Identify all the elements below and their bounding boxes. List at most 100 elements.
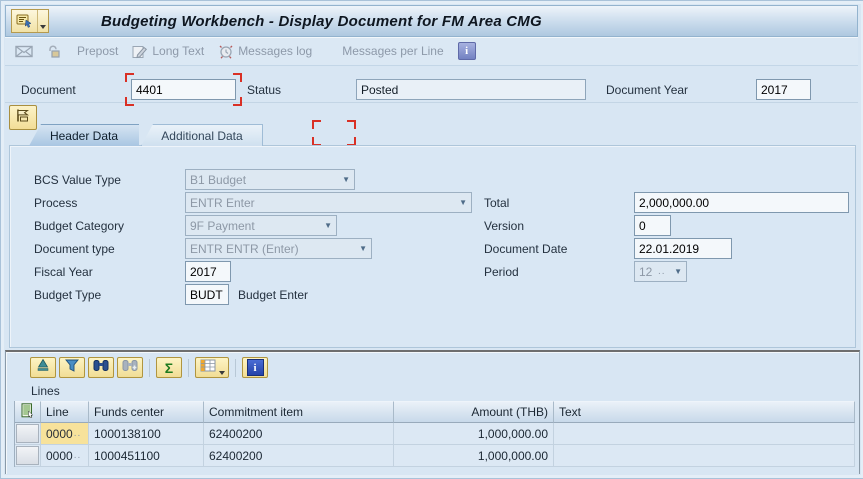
budget-category-value: 9F Payment	[190, 218, 255, 233]
grid-info-button[interactable]: i	[242, 357, 268, 378]
lines-section: Σ i Lines Line Funds center Commitment i…	[5, 350, 860, 474]
prepost-button[interactable]: Prepost	[77, 44, 118, 58]
budget-type-input[interactable]: BUDT	[185, 284, 229, 305]
commitment-item-cell[interactable]: 62400200	[204, 445, 394, 467]
layout-select-button[interactable]	[195, 357, 229, 378]
unlock-icon	[47, 44, 63, 58]
total-value: 2,000,000.00	[639, 195, 710, 210]
filter-funnel-icon	[65, 359, 79, 377]
bcs-value-type-select[interactable]: B1 Budget ▼	[185, 169, 355, 190]
messages-per-line-button[interactable]: Messages per Line	[342, 44, 443, 58]
chevron-down-icon[interactable]: ▼	[342, 175, 350, 184]
document-date-input[interactable]: 22.01.2019	[634, 238, 732, 259]
fiscal-year-label: Fiscal Year	[34, 265, 93, 279]
bcs-value-type-value: B1 Budget	[190, 172, 247, 187]
process-label: Process	[34, 196, 78, 210]
row-selector[interactable]	[15, 423, 41, 445]
total-sum-button[interactable]: Σ	[156, 357, 182, 378]
period-label: Period	[484, 265, 519, 279]
text-cell[interactable]	[554, 445, 855, 467]
envelope-icon	[15, 45, 33, 58]
budget-type-description: Budget Enter	[238, 288, 309, 302]
column-header-amount[interactable]: Amount (THB)	[394, 401, 554, 423]
sort-ascending-button[interactable]	[30, 357, 56, 378]
display-change-toggle-button[interactable]	[47, 44, 63, 58]
column-header-text[interactable]: Text	[554, 401, 855, 423]
find-next-button[interactable]	[117, 357, 143, 378]
version-label: Version	[484, 219, 525, 233]
binoculars-icon	[93, 359, 109, 377]
tab-additional-data[interactable]: Additional Data	[141, 124, 263, 146]
application-toolbar: Prepost Long Text Messages log Messages …	[5, 37, 858, 66]
table-row: 0000 .. 1000451100 62400200 1,000,000.00	[15, 445, 855, 467]
budgeting-workbench-window: Budgeting Workbench - Display Document f…	[0, 0, 863, 479]
truncation-dots: ..	[657, 266, 666, 277]
fiscal-year-input[interactable]: 2017	[185, 261, 231, 282]
chevron-down-icon[interactable]	[218, 371, 225, 375]
find-button[interactable]	[88, 357, 114, 378]
messages-log-button[interactable]: Messages log	[218, 44, 312, 59]
select-sheet-icon	[20, 403, 35, 421]
line-cell[interactable]: 0000 ..	[41, 423, 89, 445]
document-year-value: 2017	[761, 82, 788, 97]
chevron-down-icon[interactable]: ▼	[459, 198, 467, 207]
document-year-label: Document Year	[606, 83, 689, 97]
row-selector[interactable]	[15, 445, 41, 467]
messages-per-line-label: Messages per Line	[342, 44, 444, 58]
info-icon: i	[246, 359, 264, 376]
period-value: 12	[639, 264, 653, 279]
line-cell[interactable]: 0000 ..	[41, 445, 89, 467]
tab-header-data[interactable]: Header Data	[29, 124, 139, 146]
info-icon: i	[457, 42, 476, 60]
document-input[interactable]: 4401	[131, 79, 236, 100]
document-date-label: Document Date	[484, 242, 568, 256]
bcs-value-type-label: BCS Value Type	[34, 173, 121, 187]
column-header-funds-center[interactable]: Funds center	[89, 401, 204, 423]
funds-center-cell[interactable]: 1000451100	[89, 445, 204, 467]
grid-header-row: Line Funds center Commitment item Amount…	[15, 401, 855, 423]
amount-cell[interactable]: 1,000,000.00	[394, 423, 554, 445]
toolbar-separator	[188, 358, 189, 377]
long-text-button[interactable]: Long Text	[132, 44, 204, 59]
column-header-line[interactable]: Line	[41, 401, 89, 423]
title-bar: Budgeting Workbench - Display Document f…	[5, 5, 858, 37]
budget-type-label: Budget Type	[34, 288, 102, 302]
filter-button[interactable]	[59, 357, 85, 378]
toolbar-separator	[149, 358, 150, 377]
text-cell[interactable]	[554, 423, 855, 445]
check-document-button[interactable]	[15, 45, 33, 58]
column-header-commitment-item[interactable]: Commitment item	[204, 401, 394, 423]
document-year-input[interactable]: 2017	[756, 79, 811, 100]
sigma-sum-icon: Σ	[164, 359, 174, 376]
total-field[interactable]: 2,000,000.00	[634, 192, 849, 213]
document-label: Document	[21, 83, 76, 97]
process-select[interactable]: ENTR Enter ▼	[185, 192, 472, 213]
amount-cell[interactable]: 1,000,000.00	[394, 445, 554, 467]
tab-header-data-label: Header Data	[49, 128, 119, 143]
gui-actions-menu-button[interactable]	[11, 9, 49, 33]
commitment-item-cell[interactable]: 62400200	[204, 423, 394, 445]
fiscal-year-value: 2017	[190, 264, 217, 279]
document-date-value: 22.01.2019	[639, 241, 700, 256]
pencil-note-icon	[132, 44, 148, 59]
info-button[interactable]: i	[457, 42, 476, 60]
budget-category-select[interactable]: 9F Payment ▼	[185, 215, 337, 236]
funds-center-cell[interactable]: 1000138100	[89, 423, 204, 445]
chevron-down-icon[interactable]: ▼	[674, 267, 682, 276]
tab-additional-data-label: Additional Data	[161, 128, 243, 143]
document-value: 4401	[136, 82, 163, 97]
binoculars-plus-icon	[122, 359, 138, 377]
chevron-down-icon[interactable]: ▼	[359, 244, 367, 253]
line-value: 0000	[46, 426, 73, 441]
long-text-label: Long Text	[152, 44, 205, 58]
version-input[interactable]: 0	[634, 215, 671, 236]
document-type-select[interactable]: ENTR ENTR (Enter) ▼	[185, 238, 372, 259]
expand-header-button[interactable]	[9, 105, 37, 130]
table-layout-icon	[200, 359, 216, 377]
document-type-label: Document type	[34, 242, 115, 256]
chevron-down-icon[interactable]: ▼	[324, 221, 332, 230]
chevron-down-icon[interactable]	[37, 10, 48, 32]
period-select[interactable]: 12 .. ▼	[634, 261, 687, 282]
toolbar-separator	[235, 358, 236, 377]
select-all-corner-button[interactable]	[15, 401, 41, 423]
